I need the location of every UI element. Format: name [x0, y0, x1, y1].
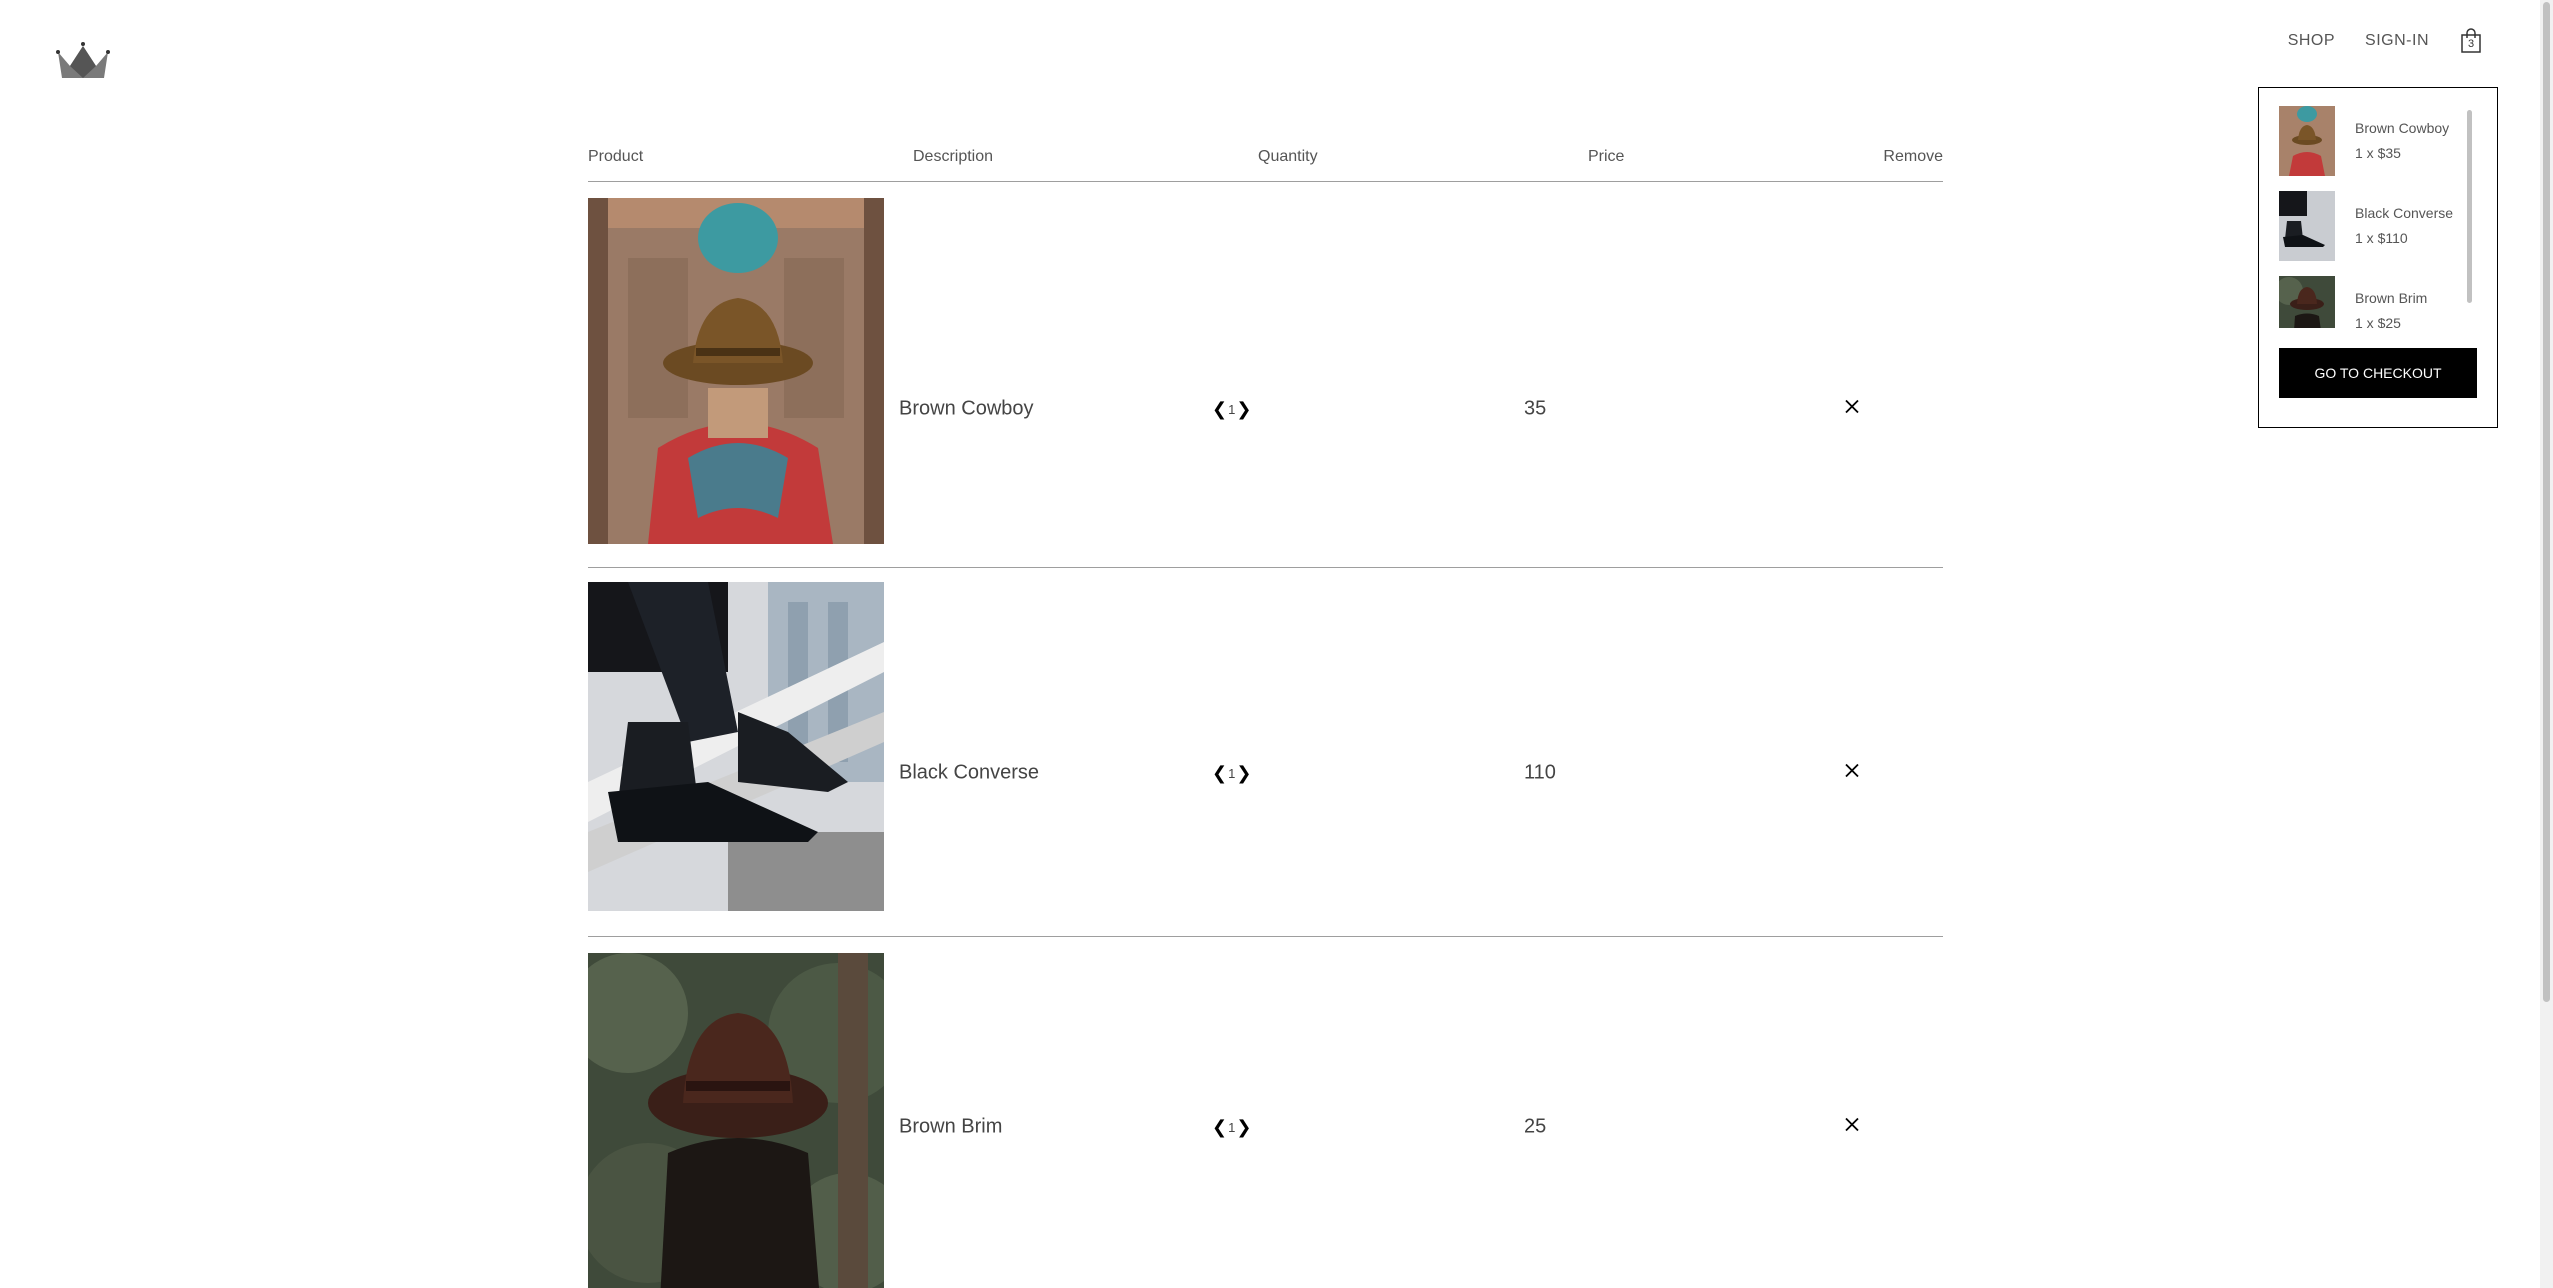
cart-item-detail: 1 x $110: [2355, 230, 2408, 246]
quantity-stepper: ❮ 1 ❯: [1212, 764, 1251, 782]
cart-item: Black Converse 1 x $110: [2279, 191, 2453, 261]
cart-scrollbar[interactable]: [2467, 110, 2472, 303]
remove-item-button[interactable]: [1844, 762, 1860, 785]
item-price: 25: [1524, 1115, 1547, 1138]
cart-item-image: [2279, 106, 2335, 176]
remove-item-button[interactable]: [1844, 1116, 1860, 1139]
item-name: Black Converse: [899, 761, 1040, 784]
page-scrollbar-thumb[interactable]: [2543, 2, 2550, 1002]
chevron-right-icon[interactable]: ❯: [1236, 1118, 1251, 1136]
cart-item-name: Black Converse: [2355, 205, 2454, 221]
close-icon: [1845, 763, 1859, 778]
close-icon: [1845, 399, 1859, 414]
item-name: Brown Brim: [899, 1115, 1003, 1138]
product-image: [588, 582, 884, 911]
cart-item-image: [2279, 276, 2335, 328]
nav-shop-link[interactable]: SHOP: [2288, 32, 2335, 50]
checkout-table: Product Description Quantity Price Remov…: [588, 148, 1943, 1288]
cart-item-name: Brown Brim: [2355, 290, 2428, 306]
checkout-item: Brown Brim ❮ 1 ❯ 25: [588, 937, 1943, 1288]
cart-item-name: Brown Cowboy: [2355, 120, 2450, 136]
checkout-page: SHOP SIGN-IN 3 Product Description Quant…: [0, 0, 2553, 1288]
chevron-left-icon[interactable]: ❮: [1212, 1118, 1227, 1136]
cart-item-info: Black Converse 1 x $110: [2355, 191, 2453, 261]
nav-sign-in-link[interactable]: SIGN-IN: [2365, 32, 2429, 50]
cart-item-detail: 1 x $35: [2355, 145, 2401, 161]
product-image: [588, 953, 884, 1288]
crown-icon[interactable]: [56, 40, 110, 82]
quantity-stepper: ❮ 1 ❯: [1212, 1118, 1251, 1136]
chevron-left-icon[interactable]: ❮: [1212, 764, 1227, 782]
chevron-left-icon[interactable]: ❮: [1212, 400, 1227, 418]
item-quantity: 1: [1228, 401, 1236, 417]
checkout-item: Black Converse ❮ 1 ❯ 110: [588, 568, 1943, 937]
header-price: Price: [1588, 148, 1625, 165]
item-quantity: 1: [1228, 765, 1236, 781]
checkout-item: Brown Cowboy ❮ 1 ❯ 35: [588, 182, 1943, 568]
cart-item: Brown Brim 1 x $25: [2279, 276, 2427, 328]
go-to-checkout-button[interactable]: GO TO CHECKOUT: [2279, 348, 2477, 398]
cart-item-count: 3: [2467, 38, 2475, 50]
cart-items-list[interactable]: Brown Cowboy 1 x $35 Black Converse 1 x …: [2279, 106, 2479, 328]
chevron-right-icon[interactable]: ❯: [1236, 400, 1251, 418]
cart-item-info: Brown Cowboy 1 x $35: [2355, 106, 2449, 176]
chevron-right-icon[interactable]: ❯: [1236, 764, 1251, 782]
item-name: Brown Cowboy: [899, 397, 1034, 420]
cart-item-image: [2279, 191, 2335, 261]
cart-item-detail: 1 x $25: [2355, 315, 2401, 328]
cart-item: Brown Cowboy 1 x $35: [2279, 106, 2449, 176]
item-price: 35: [1524, 397, 1547, 420]
header-quantity: Quantity: [1258, 148, 1318, 165]
product-image: [588, 198, 884, 544]
quantity-stepper: ❮ 1 ❯: [1212, 400, 1251, 418]
checkout-header: Product Description Quantity Price Remov…: [588, 148, 1943, 182]
item-price: 110: [1524, 761, 1556, 784]
page-scrollbar[interactable]: [2540, 0, 2553, 1288]
main-nav: SHOP SIGN-IN 3: [2288, 28, 2483, 54]
header-remove: Remove: [1883, 148, 1943, 165]
cart-item-info: Brown Brim 1 x $25: [2355, 276, 2427, 328]
header-product: Product: [588, 148, 644, 165]
close-icon: [1845, 1117, 1859, 1132]
header-description: Description: [913, 148, 994, 165]
item-quantity: 1: [1228, 1119, 1236, 1135]
cart-icon-button[interactable]: 3: [2459, 28, 2483, 54]
cart-dropdown: Brown Cowboy 1 x $35 Black Converse 1 x …: [2258, 87, 2498, 428]
remove-item-button[interactable]: [1844, 398, 1860, 421]
